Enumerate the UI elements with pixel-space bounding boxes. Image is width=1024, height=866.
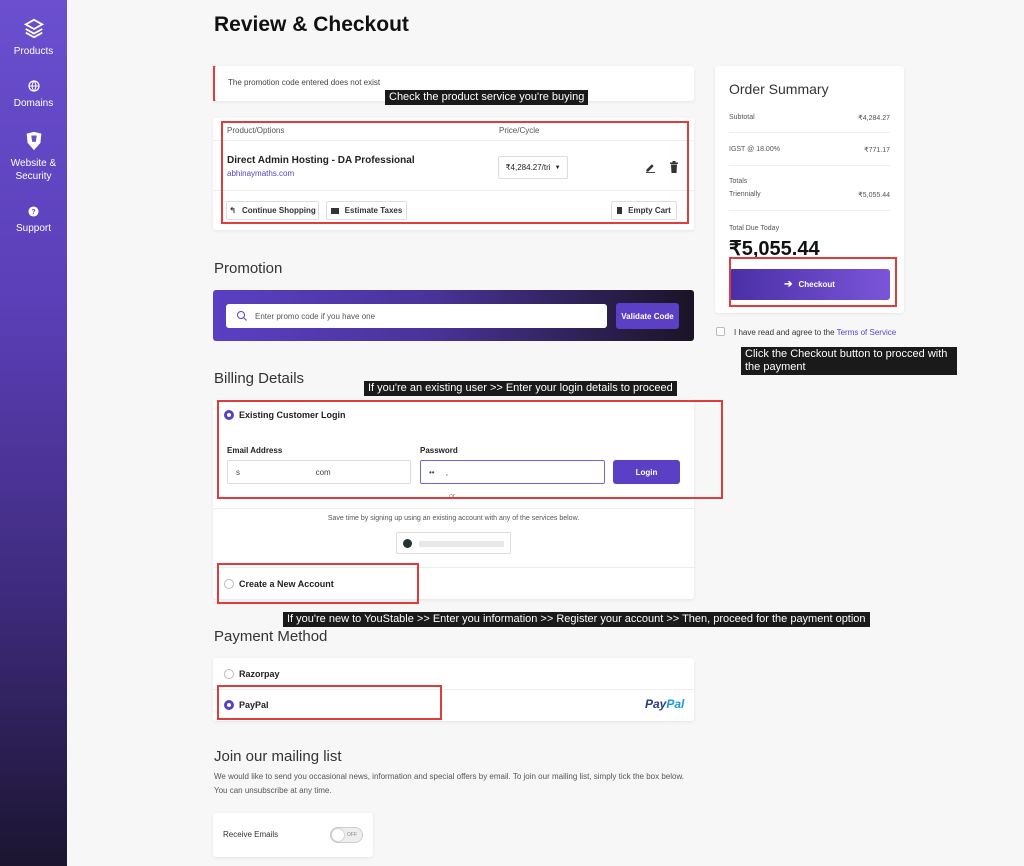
annotation-alert-bar [213, 66, 215, 101]
toggle-knob [332, 829, 344, 841]
billing-cycle-total: ₹5,055.44 [858, 192, 890, 199]
toggle-state: OFF [347, 832, 357, 838]
help-icon: ? [28, 206, 39, 217]
globe-icon [27, 80, 40, 92]
promo-placeholder: Enter promo code if you have one [255, 312, 376, 321]
total-due-label: Total Due Today [729, 225, 780, 232]
payment-heading: Payment Method [214, 628, 328, 645]
social-label-redacted [419, 541, 504, 547]
totals-label: Totals [729, 178, 748, 185]
promo-code-input[interactable]: Enter promo code if you have one [226, 304, 607, 328]
subtotal-label: Subtotal [729, 114, 755, 121]
annotation-box-login [217, 400, 723, 499]
annotation-note-checkout-line1: Click the Checkout button to procced wit… [745, 348, 948, 360]
shield-icon [26, 131, 41, 151]
annotation-note-cart: Check the product service you're buying [385, 90, 589, 105]
receive-emails-toggle[interactable]: OFF [330, 827, 363, 843]
sidebar-item-label: Domains [13, 98, 54, 109]
sidebar-item-label: Website & Security [10, 158, 57, 182]
promotion-heading: Promotion [214, 260, 283, 277]
main-content: Review & Checkout The promotion code ent… [67, 0, 1024, 866]
promo-panel: Enter promo code if you have one Validat… [213, 290, 694, 341]
sidebar-item-website-security[interactable]: Website & Security [0, 130, 67, 183]
sidebar-item-products[interactable]: Products [0, 18, 67, 58]
receive-emails-label: Receive Emails [223, 830, 279, 839]
divider [729, 132, 890, 133]
paypal-logo-pal: Pal [666, 697, 685, 711]
social-login-button[interactable] [396, 532, 511, 554]
billing-heading: Billing Details [214, 370, 305, 387]
divider [213, 508, 694, 509]
svg-text:?: ? [31, 209, 35, 216]
paypal-logo: PayPal [645, 697, 684, 711]
sidebar-item-label: Support [15, 223, 52, 234]
search-icon [237, 311, 247, 321]
tax-label: IGST @ 18.00% [729, 146, 780, 153]
divider [729, 210, 890, 211]
sidebar-item-domains[interactable]: Domains [0, 80, 67, 110]
tos-checkbox[interactable] [716, 327, 725, 336]
tos-link[interactable]: Terms of Service [837, 328, 897, 337]
annotation-box-cart [221, 121, 689, 224]
social-logo-icon [403, 539, 412, 548]
annotation-note-register: If you're new to YouStable >> Enter you … [283, 612, 870, 627]
subtotal-value: ₹4,284.27 [858, 115, 890, 122]
page-title: Review & Checkout [214, 13, 409, 36]
annotation-note-login: If you're an existing user >> Enter your… [364, 381, 677, 396]
tos-text: I have read and agree to the [734, 328, 835, 337]
sidebar-item-support[interactable]: ? Support [0, 206, 67, 235]
razorpay-radio[interactable] [224, 669, 234, 679]
annotation-box-checkout [729, 257, 897, 307]
tax-value: ₹771.17 [864, 147, 890, 154]
receive-emails-card: Receive Emails OFF [213, 813, 373, 857]
annotation-note-checkout-line2: the payment [745, 361, 806, 373]
cube-icon [23, 18, 44, 39]
annotation-note-checkout: Click the Checkout button to procced wit… [741, 347, 957, 375]
mailing-text: We would like to send you occasional new… [214, 772, 685, 795]
validate-code-button[interactable]: Validate Code [616, 303, 679, 329]
sidebar-item-label: Products [13, 46, 54, 57]
billing-cycle-label: Triennially [729, 191, 761, 198]
sidebar: Products Domains Website & Security ? Su… [0, 0, 67, 866]
paypal-logo-pay: Pay [645, 697, 667, 711]
signup-text: Save time by signing up using an existin… [327, 515, 580, 522]
order-summary-title: Order Summary [729, 81, 829, 97]
tos-text-row: I have read and agree to the Terms of Se… [734, 328, 896, 337]
razorpay-label: Razorpay [239, 669, 280, 679]
annotation-box-paypal [217, 685, 442, 720]
divider [729, 165, 890, 166]
annotation-box-new-account [217, 563, 419, 604]
mailing-heading: Join our mailing list [214, 748, 342, 765]
alert-text: The promotion code entered does not exis… [228, 78, 381, 87]
